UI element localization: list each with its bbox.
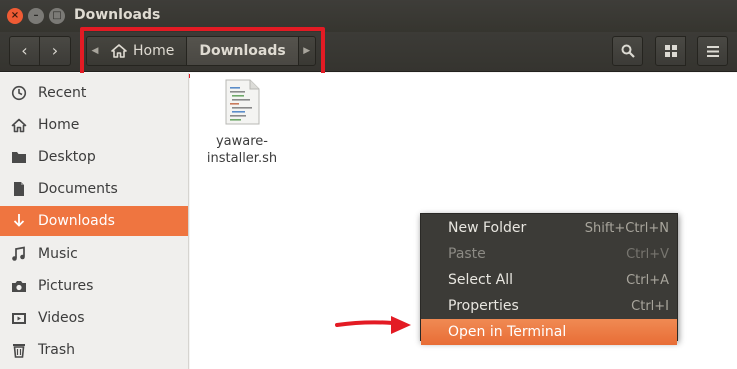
minimize-window-button[interactable]: – (28, 8, 44, 24)
clock-icon (10, 84, 28, 102)
toolbar: ‹ › ◀ Home Downloads ▶ (0, 32, 737, 72)
forward-button[interactable]: › (40, 36, 71, 66)
window-title: Downloads (74, 7, 161, 23)
context-menu: New Folder Shift+Ctrl+N Paste Ctrl+V Sel… (420, 213, 678, 345)
sidebar-item-label: Home (38, 117, 80, 133)
menu-item-paste: Paste Ctrl+V (421, 241, 677, 267)
download-icon (10, 212, 28, 230)
file-name-line-2: installer.sh (206, 151, 278, 166)
view-mode-button[interactable] (655, 36, 686, 66)
menu-item-label: Properties (448, 298, 519, 314)
title-bar: × – □ Downloads (0, 0, 737, 32)
document-icon (10, 180, 28, 198)
menu-item-select-all[interactable]: Select All Ctrl+A (421, 267, 677, 293)
sidebar: Recent Home Desktop Documents Downloads … (0, 73, 189, 369)
trash-icon (10, 341, 28, 359)
sidebar-item-label: Music (38, 246, 78, 262)
maximize-window-button[interactable]: □ (49, 8, 65, 24)
sidebar-item-desktop[interactable]: Desktop (0, 142, 188, 172)
shell-script-icon (225, 79, 260, 125)
navigation-group: ‹ › (9, 36, 71, 66)
sidebar-item-label: Documents (38, 181, 118, 197)
sidebar-item-recent[interactable]: Recent (0, 78, 188, 108)
breadcrumb-home[interactable]: Home (103, 37, 188, 65)
search-button[interactable] (612, 36, 643, 66)
sidebar-item-label: Trash (38, 342, 75, 358)
home-icon (10, 116, 28, 134)
file-item[interactable]: yaware- installer.sh (202, 79, 282, 167)
sidebar-item-label: Videos (38, 310, 85, 326)
path-scroll-right-button[interactable]: ▶ (299, 37, 315, 65)
menu-item-properties[interactable]: Properties Ctrl+I (421, 293, 677, 319)
menu-item-label: New Folder (448, 220, 527, 236)
sidebar-item-videos[interactable]: Videos (0, 303, 188, 333)
sidebar-item-label: Recent (38, 85, 87, 101)
app-menu-button[interactable] (697, 36, 728, 66)
sidebar-item-pictures[interactable]: Pictures (0, 271, 188, 301)
path-scroll-left-button[interactable]: ◀ (87, 37, 103, 65)
menu-item-open-in-terminal[interactable]: Open in Terminal (421, 319, 677, 345)
menu-item-label: Select All (448, 272, 513, 288)
sidebar-item-music[interactable]: Music (0, 239, 188, 269)
breadcrumb-downloads[interactable]: Downloads (187, 37, 299, 65)
menu-item-label: Open in Terminal (448, 324, 567, 340)
back-button[interactable]: ‹ (9, 36, 40, 66)
menu-item-label: Paste (448, 246, 486, 262)
hamburger-menu-icon (706, 46, 719, 57)
path-bar: ◀ Home Downloads ▶ (86, 36, 316, 66)
folder-icon (10, 148, 28, 166)
sidebar-item-documents[interactable]: Documents (0, 174, 188, 204)
breadcrumb-home-label: Home (133, 43, 175, 59)
music-icon (10, 245, 28, 263)
menu-item-new-folder[interactable]: New Folder Shift+Ctrl+N (421, 215, 677, 241)
menu-item-shortcut: Shift+Ctrl+N (584, 220, 669, 236)
sidebar-item-label: Pictures (38, 278, 94, 294)
menu-item-shortcut: Ctrl+I (631, 298, 669, 314)
sidebar-item-downloads[interactable]: Downloads (0, 206, 188, 236)
video-icon (10, 309, 28, 327)
file-name: yaware- installer.sh (202, 133, 282, 167)
breadcrumb-downloads-label: Downloads (199, 43, 286, 59)
grid-view-icon (664, 45, 677, 57)
annotation-arrow-icon (335, 316, 411, 334)
menu-item-shortcut: Ctrl+A (626, 272, 669, 288)
file-name-line-1: yaware- (215, 134, 268, 149)
close-window-button[interactable]: × (7, 8, 23, 24)
camera-icon (10, 277, 28, 295)
menu-item-shortcut: Ctrl+V (626, 246, 669, 262)
search-icon (621, 44, 635, 58)
sidebar-item-label: Desktop (38, 149, 96, 165)
sidebar-item-label: Downloads (38, 213, 115, 229)
sidebar-item-trash[interactable]: Trash (0, 335, 188, 365)
sidebar-item-home[interactable]: Home (0, 110, 188, 140)
home-icon (111, 44, 127, 58)
